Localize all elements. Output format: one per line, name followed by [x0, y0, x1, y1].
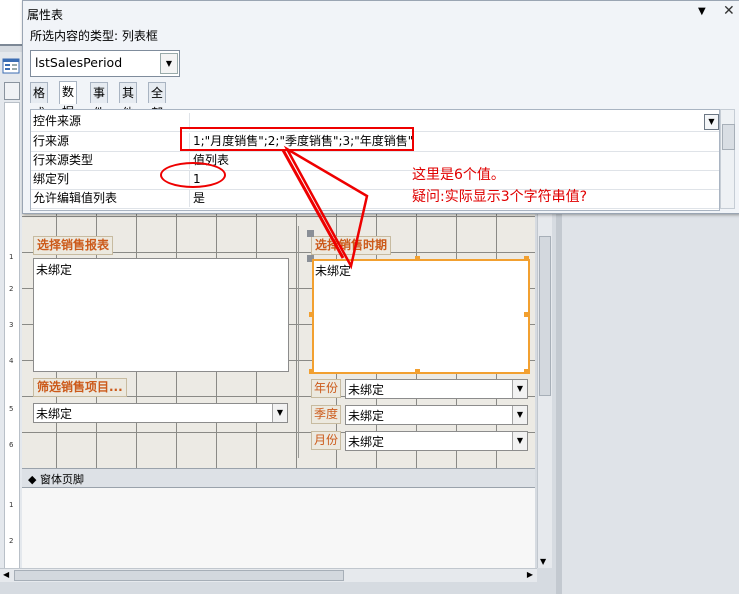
resize-handle[interactable]: [309, 369, 314, 374]
ruler-number: 2: [9, 285, 14, 293]
report-listbox[interactable]: 未绑定: [33, 258, 289, 372]
tab-other[interactable]: 其他: [119, 82, 138, 120]
status-strip: [0, 582, 562, 594]
chevron-down-icon[interactable]: ▼: [512, 406, 527, 424]
period-listbox-selected[interactable]: 未绑定: [312, 259, 530, 374]
scroll-right-arrow-icon[interactable]: ▶: [527, 570, 533, 579]
month-label[interactable]: 月份: [311, 431, 342, 450]
object-selector-value: lstSalesPeriod: [35, 55, 123, 70]
dropdown-arrow-icon[interactable]: ▼: [698, 6, 706, 17]
resize-handle[interactable]: [309, 312, 314, 317]
ruler-number: 5: [9, 405, 14, 413]
move-handle[interactable]: [307, 230, 314, 237]
filter-combo-value: 未绑定: [36, 407, 73, 421]
select-report-label[interactable]: 选择销售报表: [33, 236, 114, 255]
resize-handle[interactable]: [524, 312, 529, 317]
ruler-number: 4: [9, 357, 14, 365]
tab-event[interactable]: 事件: [90, 82, 109, 120]
bound-column-circle: [160, 162, 226, 188]
year-combo-value: 未绑定: [348, 383, 385, 397]
property-sheet: 属性表 ▼ ✕ 所选内容的类型: 列表框 lstSalesPeriod ▼ 格式…: [22, 0, 739, 214]
resize-handle[interactable]: [415, 369, 420, 374]
year-label[interactable]: 年份: [311, 379, 342, 398]
scroll-thumb[interactable]: [14, 570, 344, 581]
select-period-label[interactable]: 选择销售时期: [311, 236, 392, 255]
filter-items-label[interactable]: 筛选销售项目...: [33, 378, 127, 397]
dropdown-arrow-icon[interactable]: ▼: [704, 114, 719, 130]
horizontal-scrollbar[interactable]: ◀ ▶: [0, 568, 537, 583]
scroll-left-arrow-icon[interactable]: ◀: [3, 570, 9, 579]
report-listbox-value: 未绑定: [36, 263, 73, 277]
tab-data[interactable]: 数据: [59, 81, 78, 119]
vertical-ruler: 1 2 3 4 5 6 1 2: [4, 102, 20, 570]
property-sheet-title: 属性表: [27, 8, 64, 22]
month-combo[interactable]: 未绑定 ▼: [345, 431, 528, 451]
property-row-allow-value-list-edits[interactable]: 允许编辑值列表 是: [31, 189, 719, 209]
quarter-combo-value: 未绑定: [348, 409, 385, 423]
ruler-corner-box[interactable]: [4, 82, 20, 100]
ruler-number: 1: [9, 501, 14, 509]
vertical-scrollbar[interactable]: ▼: [537, 206, 552, 568]
filter-combo[interactable]: 未绑定 ▼: [33, 403, 288, 423]
form-footer-bar[interactable]: ◆ 窗体页脚: [22, 468, 535, 488]
chevron-down-icon[interactable]: ▼: [272, 404, 287, 422]
month-combo-value: 未绑定: [348, 435, 385, 449]
chevron-down-icon[interactable]: ▼: [512, 432, 527, 450]
property-name: 行来源: [33, 134, 70, 148]
ruler-number: 1: [9, 253, 14, 261]
section-arrow-icon: ◆: [28, 473, 37, 486]
scroll-thumb[interactable]: [539, 236, 551, 396]
period-listbox-value: 未绑定: [315, 264, 352, 278]
selection-type-text: 所选内容的类型: 列表框: [30, 29, 158, 43]
form-view-icon[interactable]: [2, 58, 20, 74]
quarter-label[interactable]: 季度: [311, 405, 342, 424]
close-icon[interactable]: ✕: [723, 3, 735, 19]
year-combo[interactable]: 未绑定 ▼: [345, 379, 528, 399]
annotation-note-2: 疑问:实际显示3个字符串值?: [412, 189, 588, 205]
ruler-number: 6: [9, 441, 14, 449]
form-footer-section[interactable]: [22, 488, 535, 568]
quarter-combo[interactable]: 未绑定 ▼: [345, 405, 528, 425]
row-source-highlight-box: [180, 127, 414, 151]
tab-format[interactable]: 格式: [30, 82, 49, 120]
resize-handle[interactable]: [524, 369, 529, 374]
property-name: 行来源类型: [33, 153, 94, 167]
ruler-number: 3: [9, 321, 14, 329]
property-row-bound-column[interactable]: 绑定列 1: [31, 170, 719, 190]
object-selector[interactable]: lstSalesPeriod ▼: [30, 50, 180, 77]
annotation-note-1: 这里是6个值。: [412, 167, 505, 183]
property-value[interactable]: 是: [189, 190, 205, 207]
property-name: 允许编辑值列表: [33, 191, 118, 205]
property-row-row-source-type[interactable]: 行来源类型 值列表: [31, 151, 719, 171]
property-grid: 控件来源 ▼ ... 行来源 1;"月度销售";2;"季度销售";3;"年度销售…: [30, 109, 720, 211]
resize-handle[interactable]: [524, 256, 529, 261]
property-name: 控件来源: [33, 114, 82, 128]
chevron-down-icon[interactable]: ▼: [160, 53, 178, 74]
scroll-thumb[interactable]: [722, 124, 735, 150]
scroll-down-arrow-icon[interactable]: ▼: [540, 557, 546, 566]
resize-handle[interactable]: [415, 256, 420, 261]
tab-all[interactable]: 全部: [148, 82, 167, 120]
chevron-down-icon[interactable]: ▼: [512, 380, 527, 398]
section-divider: [298, 226, 299, 458]
ruler-number: 2: [9, 537, 14, 545]
form-footer-label: 窗体页脚: [39, 473, 84, 486]
property-grid-scrollbar[interactable]: [720, 109, 735, 209]
